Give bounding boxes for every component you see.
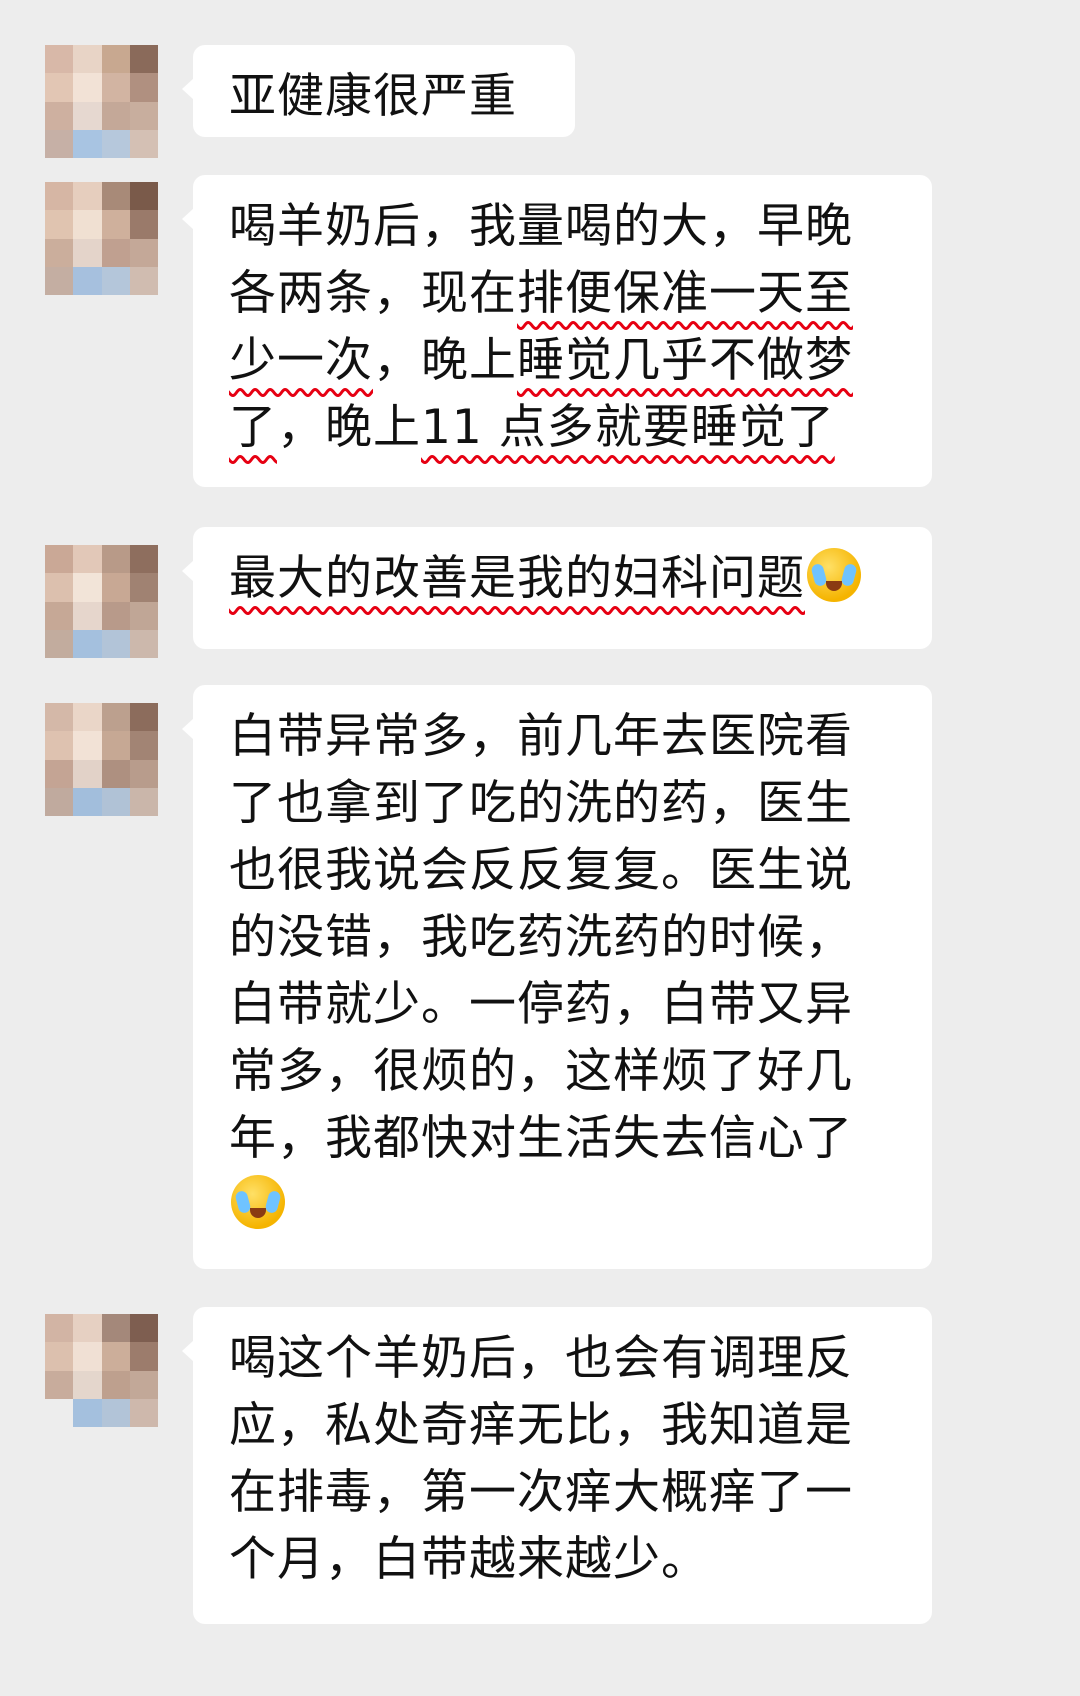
message-bubble[interactable]: 喝这个羊奶后，也会有调理反应，私处奇痒无比，我知道是在排毒，第一次痒大概痒了一个… xyxy=(182,1307,932,1624)
facepalm-crying-emoji-icon xyxy=(231,1175,285,1229)
message-segment: 白带异常多，前几年去医院看了也拿到了吃的洗的药，医生也很我说会反反复复。医生说的… xyxy=(229,709,853,1166)
message-text: 喝羊奶后，我量喝的大，早晚各两条，现在排便保准一天至少一次，晚上睡觉几乎不做梦了… xyxy=(229,199,853,455)
avatar[interactable] xyxy=(45,545,158,658)
avatar[interactable] xyxy=(45,182,158,295)
avatar[interactable] xyxy=(45,45,158,158)
avatar[interactable] xyxy=(45,703,158,816)
message-bubble[interactable]: 亚健康很严重 xyxy=(182,45,575,137)
message-segment: 喝这个羊奶后，也会有调理反应，私处奇痒无比，我知道是在排毒，第一次痒大概痒了一个… xyxy=(229,1331,853,1587)
message-bubble[interactable]: 最大的改善是我的妇科问题 xyxy=(182,527,932,649)
message-bubble[interactable]: 喝羊奶后，我量喝的大，早晚各两条，现在排便保准一天至少一次，晚上睡觉几乎不做梦了… xyxy=(182,175,932,487)
underlined-text: 最大的改善是我的妇科问题 xyxy=(229,551,805,606)
avatar[interactable] xyxy=(45,1314,158,1427)
message-segment: ，晚上 xyxy=(373,333,517,388)
message-bubble[interactable]: 白带异常多，前几年去医院看了也拿到了吃的洗的药，医生也很我说会反反复复。医生说的… xyxy=(182,685,932,1269)
underlined-text: 11 点多就要睡觉了 xyxy=(421,400,835,455)
message-segment: 亚健康很严重 xyxy=(229,69,517,124)
message-segment: ，晚上 xyxy=(277,400,421,455)
message-text: 喝这个羊奶后，也会有调理反应，私处奇痒无比，我知道是在排毒，第一次痒大概痒了一个… xyxy=(229,1331,853,1587)
message-text: 最大的改善是我的妇科问题 xyxy=(229,548,861,606)
message-text: 白带异常多，前几年去医院看了也拿到了吃的洗的药，医生也很我说会反反复复。医生说的… xyxy=(229,709,853,1233)
message-text: 亚健康很严重 xyxy=(229,69,517,124)
facepalm-crying-emoji-icon xyxy=(807,548,861,602)
